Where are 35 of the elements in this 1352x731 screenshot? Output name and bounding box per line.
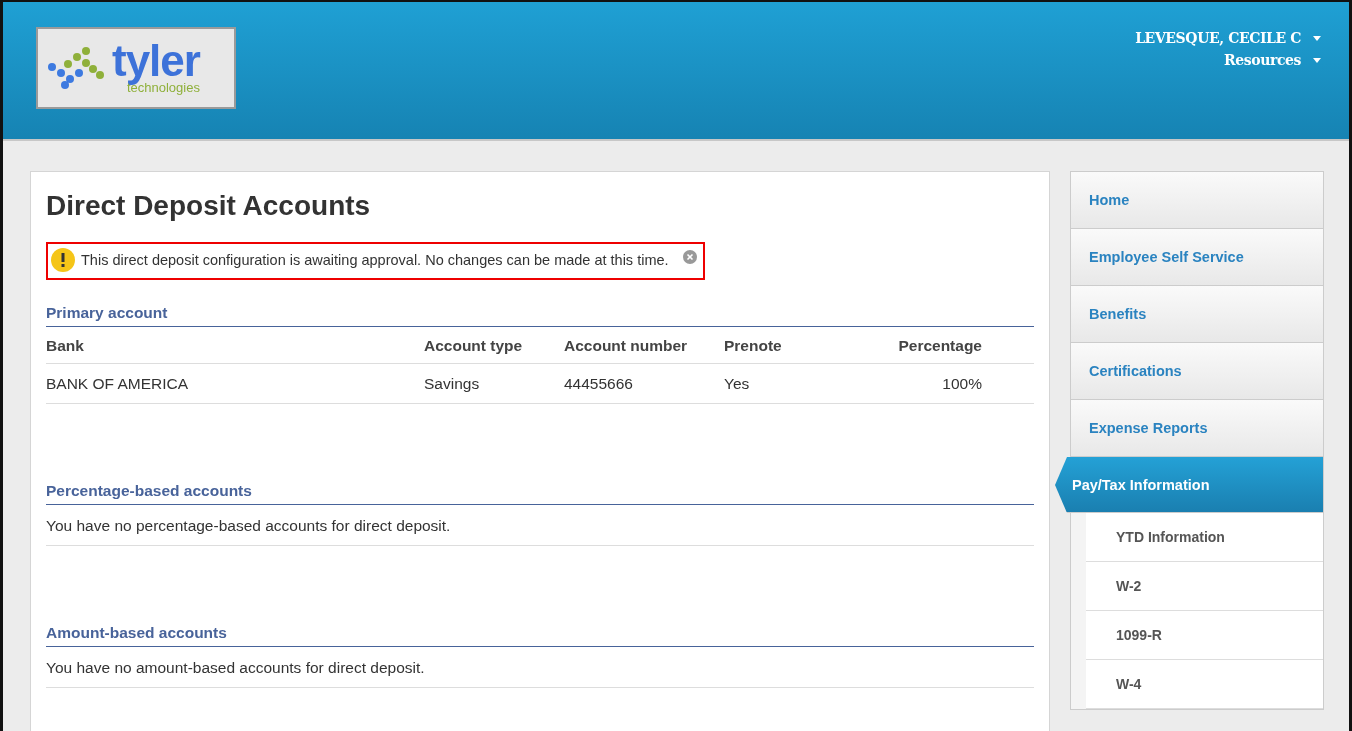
nav-item[interactable]: Home (1071, 172, 1323, 229)
page-title: Direct Deposit Accounts (46, 190, 372, 222)
alert-message: This direct deposit configuration is awaiting approval. No changes can be made at this time. (81, 252, 669, 268)
close-icon[interactable] (682, 250, 697, 264)
menu-link[interactable]: Resources (1223, 52, 1321, 68)
sub-nav-item[interactable]: W-4 (1086, 660, 1323, 709)
nav-item[interactable]: Certifications (1071, 343, 1323, 400)
caret-icon (1313, 57, 1321, 63)
nav-item[interactable]: Employee Self Service (1071, 229, 1323, 286)
menu-link[interactable]: LEVESQUE, CECILE C (1135, 30, 1321, 46)
column-header: Bank (46, 327, 424, 364)
sub-nav-item[interactable]: YTD Information (1086, 513, 1323, 562)
dots-logo-icon (48, 47, 104, 89)
empty-message: You have no amount-based accounts for direct deposit. (46, 647, 1034, 688)
section-heading: Amount-based accounts (46, 624, 1034, 647)
sub-nav-item[interactable]: 1099-R (1086, 611, 1323, 660)
column-header: Prenote (724, 327, 824, 364)
sub-nav-item[interactable]: W-2 (1086, 562, 1323, 611)
table-cell: Savings (424, 363, 564, 404)
table-cell: BANK OF AMERICA (46, 363, 424, 404)
column-header: Account type (424, 327, 564, 364)
nav-item[interactable]: Expense Reports (1071, 400, 1323, 457)
section-heading: Primary account (46, 304, 1034, 327)
table-cell: 44455666 (564, 363, 724, 404)
table-cell: Yes (724, 363, 824, 404)
nav-item[interactable]: Benefits (1071, 286, 1323, 343)
table-cell: 100% (824, 363, 1034, 404)
warning-icon (51, 248, 75, 272)
column-header: Percentage (824, 327, 1034, 364)
logo[interactable]: tyler technologies (36, 27, 236, 109)
empty-message: You have no percentage-based accounts for direct deposit. (46, 505, 1034, 546)
section-heading: Percentage-based accounts (46, 482, 1034, 505)
caret-icon (1313, 35, 1321, 41)
nav-item[interactable]: Pay/Tax Information (1055, 457, 1323, 513)
column-header: Account number (564, 327, 724, 364)
